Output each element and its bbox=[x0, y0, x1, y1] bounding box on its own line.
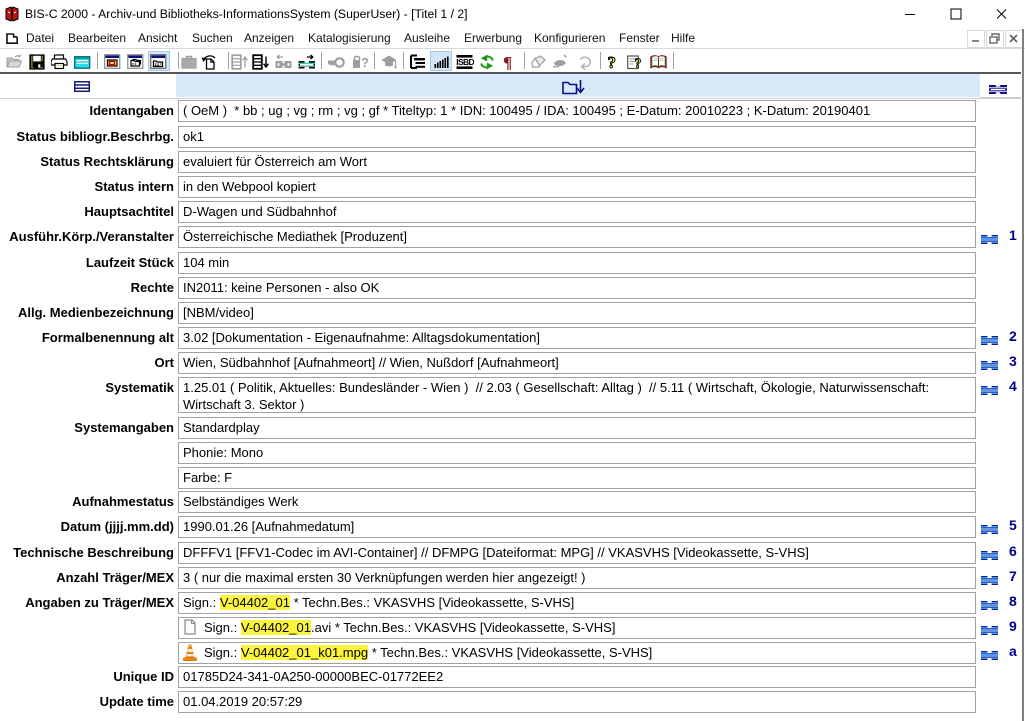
svg-text:ISBD: ISBD bbox=[456, 57, 474, 67]
svg-text:¶: ¶ bbox=[503, 54, 512, 70]
svg-text:?: ? bbox=[635, 57, 642, 71]
svg-text:?: ? bbox=[608, 54, 617, 70]
svg-text:?: ? bbox=[361, 55, 369, 70]
